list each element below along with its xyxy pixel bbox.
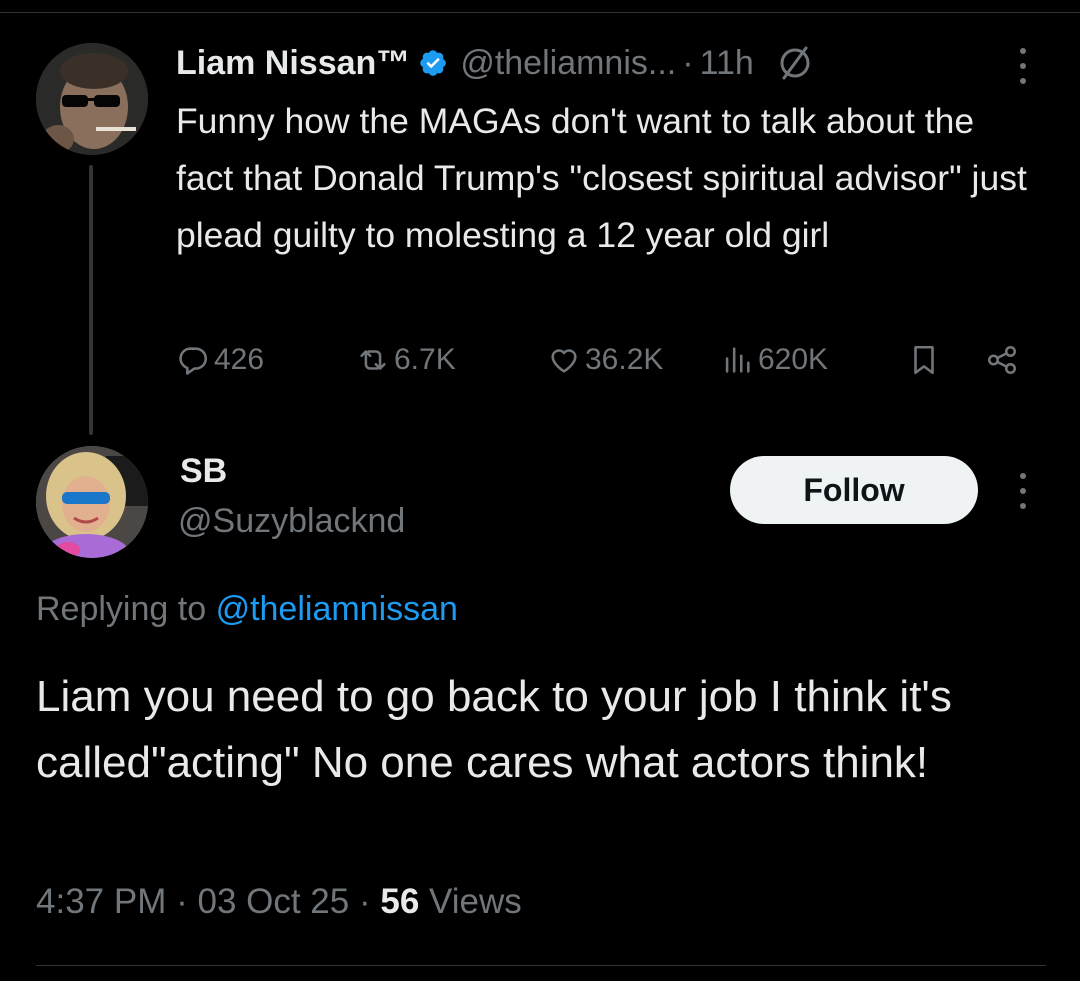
tweet-timestamp[interactable]: 4:37 PM (36, 882, 166, 921)
bottom-divider (36, 965, 1046, 966)
reply-count: 426 (214, 343, 265, 376)
reply-author-handle[interactable]: @Suzyblacknd (178, 502, 405, 541)
parent-tweet-header: Liam Nissan™ @theliamnis... · 11h (176, 40, 814, 86)
bookmark-icon (914, 345, 934, 375)
share-button[interactable] (985, 338, 1019, 382)
header-separator: · (682, 43, 694, 82)
author-avatar-sb[interactable] (36, 446, 148, 558)
bookmark-button[interactable] (907, 338, 941, 382)
follow-button[interactable]: Follow (730, 456, 978, 524)
like-icon (551, 349, 577, 373)
verified-badge-icon (418, 48, 448, 78)
repost-button[interactable]: 6.7K (356, 338, 456, 382)
reply-views-count[interactable]: 56 (380, 882, 419, 921)
views-button[interactable]: 620K (720, 338, 828, 382)
replying-to: Replying to @theliamnissan (36, 590, 458, 629)
top-divider (0, 12, 1080, 13)
grok-icon[interactable] (776, 44, 814, 82)
more-icon[interactable] (1018, 48, 1028, 84)
repost-count: 6.7K (394, 343, 456, 376)
tweet-date[interactable]: 03 Oct 25 (197, 882, 349, 921)
reply-button[interactable]: 426 (176, 338, 264, 382)
thread-connector-line (89, 165, 93, 435)
meta-separator: · (176, 882, 188, 921)
author-avatar-liam[interactable] (36, 43, 148, 155)
tweet-meta: 4:37 PM · 03 Oct 25 · 56 Views (36, 882, 522, 922)
replying-prefix: Replying to (36, 590, 207, 628)
like-button[interactable]: 36.2K (547, 338, 663, 382)
parent-tweet-text: Funny how the MAGAs don't want to talk a… (176, 101, 1027, 255)
meta-separator: · (358, 882, 371, 921)
more-icon[interactable] (1018, 473, 1028, 509)
reply-views-label: Views (429, 882, 522, 921)
reply-author-name[interactable]: SB (180, 452, 227, 491)
repost-icon (360, 350, 386, 370)
tweet-time[interactable]: 11h (700, 44, 754, 83)
author-name[interactable]: Liam Nissan™ (176, 44, 410, 83)
share-icon (987, 345, 1017, 375)
avatar-photo (36, 446, 148, 558)
views-icon (725, 347, 750, 373)
like-count: 36.2K (585, 343, 664, 376)
reply-tweet-text: Liam you need to go back to your job I t… (36, 672, 952, 787)
author-handle[interactable]: @theliamnis... (460, 44, 676, 83)
avatar-photo (36, 43, 148, 155)
views-count: 620K (758, 343, 829, 376)
replying-mention-link[interactable]: @theliamnissan (216, 590, 458, 628)
reply-icon (179, 347, 208, 375)
